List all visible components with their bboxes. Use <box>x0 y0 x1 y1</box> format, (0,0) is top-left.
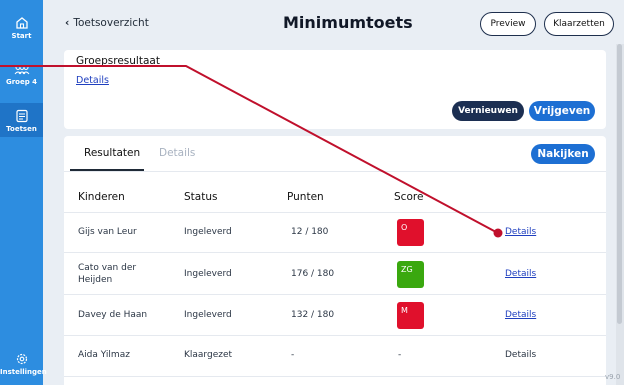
score-badge: M <box>397 302 424 329</box>
nav-instellingen[interactable]: Instellingen <box>0 352 47 376</box>
refresh-button[interactable]: Vernieuwen <box>452 101 524 121</box>
back-label: Toetsoverzicht <box>73 17 149 29</box>
row-points: 176 / 180 <box>291 269 335 279</box>
row-divider <box>64 252 606 253</box>
group-result-card: Groepsresultaat Details Vernieuwen Vrijg… <box>64 50 606 129</box>
klaarzetten-button[interactable]: Klaarzetten <box>544 12 614 36</box>
header: ‹ Toetsoverzicht Minimumtoets Preview Kla… <box>43 0 624 47</box>
group-icon <box>14 65 29 75</box>
row-details-link[interactable]: Details <box>505 269 536 279</box>
row-points: - <box>291 350 295 360</box>
nav-groep[interactable]: Groep 4 <box>0 64 43 86</box>
nav-start-label: Start <box>11 32 32 40</box>
row-status: Ingeleverd <box>184 310 232 320</box>
row-divider <box>64 294 606 295</box>
home-icon <box>15 17 28 29</box>
column-header-punten: Punten <box>287 191 324 203</box>
chevron-left-icon: ‹ <box>65 17 70 29</box>
group-result-details-link[interactable]: Details <box>76 75 109 86</box>
page-title: Minimumtoets <box>283 13 413 32</box>
nav-instellingen-label: Instellingen <box>0 368 47 376</box>
header-divider <box>64 212 606 213</box>
score-badge: ZG <box>397 261 424 288</box>
row-details-link[interactable]: Details <box>505 227 536 237</box>
nav-start[interactable]: Start <box>0 16 43 40</box>
score-badge: O <box>397 219 424 246</box>
tab-divider <box>64 171 606 172</box>
row-name: Aida Yilmaz <box>78 350 130 360</box>
tests-icon <box>15 109 28 123</box>
row-points: 12 / 180 <box>291 227 329 237</box>
row-details-link[interactable]: Details <box>505 310 536 320</box>
row-details-text[interactable]: Details <box>505 350 536 360</box>
row-name: Gijs van Leur <box>78 227 137 237</box>
scrollbar-thumb[interactable] <box>617 44 622 324</box>
back-link[interactable]: ‹ Toetsoverzicht <box>65 17 149 29</box>
column-header-status: Status <box>184 191 218 203</box>
row-divider <box>64 335 606 336</box>
row-points: 132 / 180 <box>291 310 335 320</box>
nav-toetsen[interactable]: Toetsen <box>0 103 43 137</box>
row-score: - <box>398 350 402 360</box>
check-button[interactable]: Nakijken <box>531 144 595 164</box>
results-card: Resultaten Details Nakijken Kinderen Sta… <box>64 136 606 385</box>
row-status: Ingeleverd <box>184 269 232 279</box>
nav-groep-label: Groep 4 <box>5 78 38 86</box>
group-result-heading: Groepsresultaat <box>76 55 160 67</box>
release-button[interactable]: Vrijgeven <box>529 101 595 121</box>
row-name: Davey de Haan <box>78 310 148 320</box>
tab-resultaten[interactable]: Resultaten <box>84 147 140 159</box>
nav-toetsen-label: Toetsen <box>6 125 37 133</box>
column-header-score: Score <box>394 191 424 203</box>
row-name: Cato van der Heijden <box>78 263 137 285</box>
gear-icon <box>16 353 27 365</box>
row-divider <box>64 376 606 377</box>
row-status: Ingeleverd <box>184 227 232 237</box>
sidebar: Start Groep 4 Toetsen Instellingen <box>0 0 47 385</box>
preview-button[interactable]: Preview <box>480 12 536 36</box>
row-status: Klaargezet <box>184 350 233 360</box>
tab-details[interactable]: Details <box>159 147 195 159</box>
version-label: v9.0 <box>605 373 621 381</box>
column-header-kinderen: Kinderen <box>78 191 125 203</box>
